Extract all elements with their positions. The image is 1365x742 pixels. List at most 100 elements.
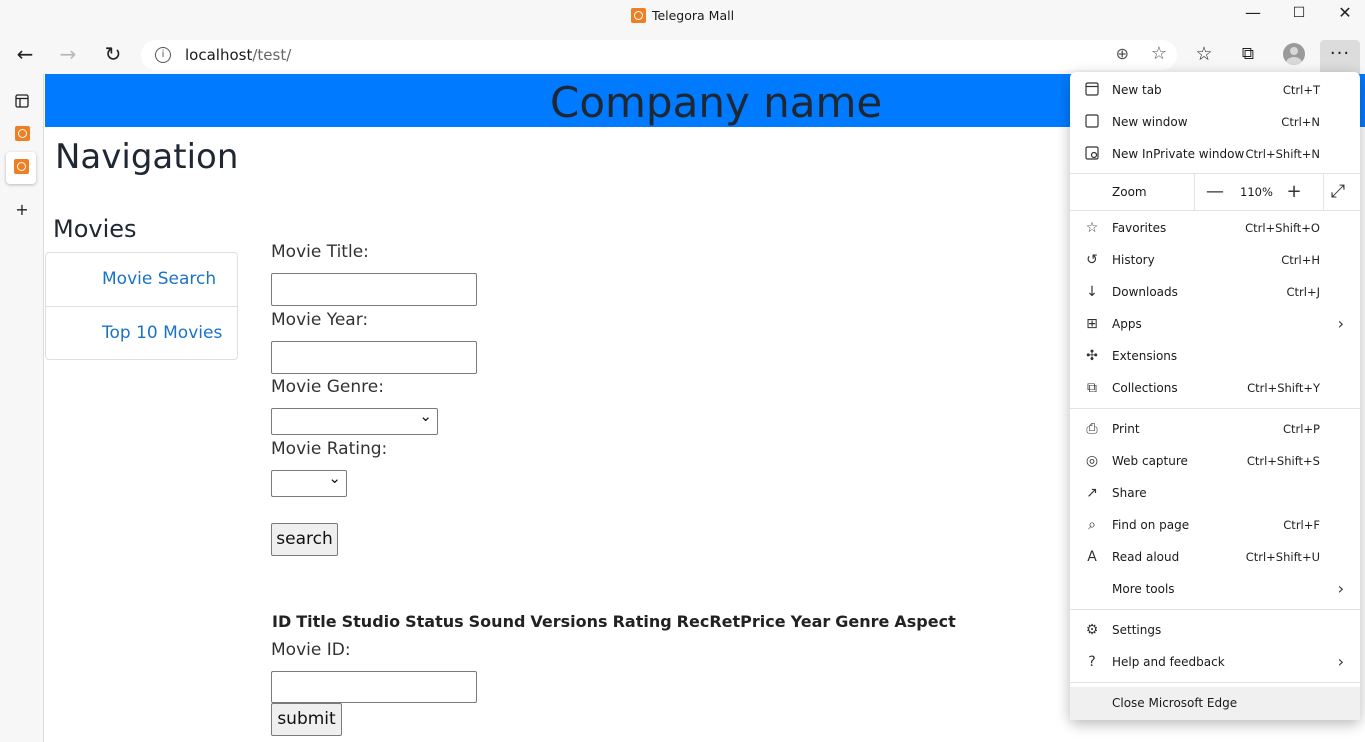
movie-genre-label: Movie Genre: <box>271 377 384 397</box>
menu-new-tab[interactable]: New tab Ctrl+T <box>1070 74 1360 106</box>
zoom-level-value: 110% <box>1240 185 1273 199</box>
menu-label: Web capture <box>1112 454 1188 468</box>
nav-link-movie-search[interactable]: Movie Search <box>46 253 237 306</box>
menu-label: New tab <box>1112 83 1162 97</box>
menu-read-aloud[interactable]: A Read aloud Ctrl+Shift+U <box>1070 541 1360 573</box>
menu-shortcut: Ctrl+Shift+S <box>1246 454 1320 468</box>
movie-year-label: Movie Year: <box>271 310 369 330</box>
menu-label: Print <box>1112 422 1140 436</box>
menu-apps[interactable]: ⊞ Apps › <box>1070 308 1360 340</box>
tab-xampp-active[interactable] <box>6 152 36 184</box>
column-header: RecRetPrice <box>676 612 786 631</box>
column-header: Sound <box>468 612 526 631</box>
fullscreen-button[interactable]: ⤢ <box>1326 180 1350 204</box>
results-table-header: ID Title Studio Status Sound Versions Rating Re… <box>272 612 961 631</box>
site-info-icon[interactable]: i <box>155 47 171 63</box>
print-icon: ⎙ <box>1086 421 1098 437</box>
menu-label: Settings <box>1112 623 1162 637</box>
movie-title-input[interactable] <box>271 273 477 306</box>
submit-button[interactable]: submit <box>271 703 342 736</box>
movie-year-input[interactable] <box>271 341 477 374</box>
zoom-indicator-icon[interactable]: ⊕ <box>1116 44 1129 63</box>
browser-toolbar: ← → ↻ i localhost/test/ ⊕ ☆ ☆ ⧉ <box>0 34 1365 74</box>
menu-label: More tools <box>1112 582 1175 596</box>
vertical-tabs: + <box>0 74 44 742</box>
add-favorite-icon[interactable]: ☆ <box>1151 43 1167 64</box>
menu-label: Extensions <box>1112 349 1178 363</box>
menu-more-tools[interactable]: More tools › <box>1070 573 1360 605</box>
menu-new-inprivate-window[interactable]: New InPrivate window Ctrl+Shift+N <box>1070 138 1360 170</box>
menu-collections[interactable]: ⧉ Collections Ctrl+Shift+Y <box>1070 372 1360 404</box>
nav-link-top-10-movies[interactable]: Top 10 Movies <box>46 306 237 359</box>
url-path: /test/ <box>252 46 292 64</box>
share-icon: ↗ <box>1086 485 1098 501</box>
minimize-button[interactable]: — <box>1230 0 1276 28</box>
chevron-right-icon: › <box>1337 652 1344 671</box>
menu-web-capture[interactable]: ◎ Web capture Ctrl+Shift+S <box>1070 445 1360 477</box>
close-window-button[interactable]: ✕ <box>1322 0 1365 28</box>
title-bar: Telegora Mall — ☐ ✕ <box>0 0 1365 34</box>
plus-icon: + <box>15 200 29 219</box>
menu-shortcut: Ctrl+Shift+N <box>1245 147 1320 161</box>
menu-share[interactable]: ↗ Share <box>1070 477 1360 509</box>
column-header: Status <box>405 612 464 631</box>
tab-actions-icon <box>15 93 29 108</box>
menu-settings[interactable]: ⚙ Settings <box>1070 614 1360 646</box>
menu-close-microsoft-edge[interactable]: Close Microsoft Edge <box>1070 687 1360 720</box>
menu-help-and-feedback[interactable]: ? Help and feedback › <box>1070 646 1360 678</box>
new-tab-icon <box>1084 82 1100 98</box>
zoom-out-button[interactable]: — <box>1203 180 1227 204</box>
menu-divider <box>1070 408 1360 409</box>
column-header: Title <box>296 612 337 631</box>
extensions-icon: ✣ <box>1086 348 1098 364</box>
menu-label: New window <box>1112 115 1188 129</box>
zoom-in-button[interactable]: + <box>1282 180 1306 204</box>
settings-and-more-button[interactable]: ··· <box>1320 40 1360 74</box>
favorites-icon: ☆ <box>1085 220 1099 236</box>
menu-label: Read aloud <box>1112 550 1180 564</box>
profile-avatar[interactable] <box>1283 43 1305 65</box>
menu-shortcut: Ctrl+Shift+O <box>1245 221 1320 235</box>
menu-shortcut: Ctrl+P <box>1282 422 1320 436</box>
menu-shortcut: Ctrl+T <box>1282 83 1320 97</box>
menu-downloads[interactable]: ↓ Downloads Ctrl+J <box>1070 276 1360 308</box>
menu-favorites[interactable]: ☆ Favorites Ctrl+Shift+O <box>1070 212 1360 244</box>
web-capture-icon: ◎ <box>1085 453 1099 469</box>
maximize-button[interactable]: ☐ <box>1276 0 1322 28</box>
menu-label: Downloads <box>1112 285 1178 299</box>
collections-icon: ⧉ <box>1087 380 1097 396</box>
refresh-button[interactable]: ↻ <box>97 38 129 70</box>
tab-actions-button[interactable] <box>8 86 36 114</box>
window-title: Telegora Mall <box>0 8 1365 23</box>
navigation-heading: Navigation <box>55 137 239 177</box>
favorites-icon[interactable]: ☆ <box>1188 38 1220 70</box>
url-text[interactable]: localhost/test/ <box>185 46 291 64</box>
movie-rating-select[interactable] <box>271 469 347 497</box>
back-button[interactable]: ← <box>9 38 41 70</box>
chevron-right-icon: › <box>1337 314 1344 333</box>
menu-history[interactable]: ↺ History Ctrl+H <box>1070 244 1360 276</box>
menu-find-on-page[interactable]: ⌕ Find on page Ctrl+F <box>1070 509 1360 541</box>
address-bar[interactable]: i localhost/test/ ⊕ ☆ <box>141 40 1177 70</box>
url-host: localhost <box>185 46 253 64</box>
help-icon: ? <box>1088 654 1096 670</box>
new-tab-button[interactable]: + <box>8 196 36 224</box>
history-icon: ↺ <box>1086 252 1098 268</box>
zoom-divider <box>1194 174 1195 210</box>
movies-heading: Movies <box>53 215 137 243</box>
inprivate-icon <box>1084 146 1100 162</box>
collections-icon[interactable]: ⧉ <box>1232 38 1264 70</box>
menu-new-window[interactable]: New window Ctrl+N <box>1070 106 1360 138</box>
menu-print[interactable]: ⎙ Print Ctrl+P <box>1070 413 1360 445</box>
settings-menu: New tab Ctrl+T New window Ctrl+N New InP… <box>1070 72 1360 720</box>
search-button[interactable]: search <box>271 523 338 556</box>
forward-button[interactable]: → <box>52 38 84 70</box>
movie-id-input[interactable] <box>271 671 477 703</box>
menu-extensions[interactable]: ✣ Extensions <box>1070 340 1360 372</box>
xampp-favicon-icon <box>14 126 30 141</box>
tab-xampp-1[interactable] <box>8 119 36 147</box>
menu-zoom-row: Zoom — 110% + ⤢ <box>1070 174 1360 210</box>
movies-nav-list: Movie Search Top 10 Movies <box>45 252 238 360</box>
movie-genre-select[interactable] <box>271 407 438 435</box>
column-header: Versions <box>530 612 608 631</box>
